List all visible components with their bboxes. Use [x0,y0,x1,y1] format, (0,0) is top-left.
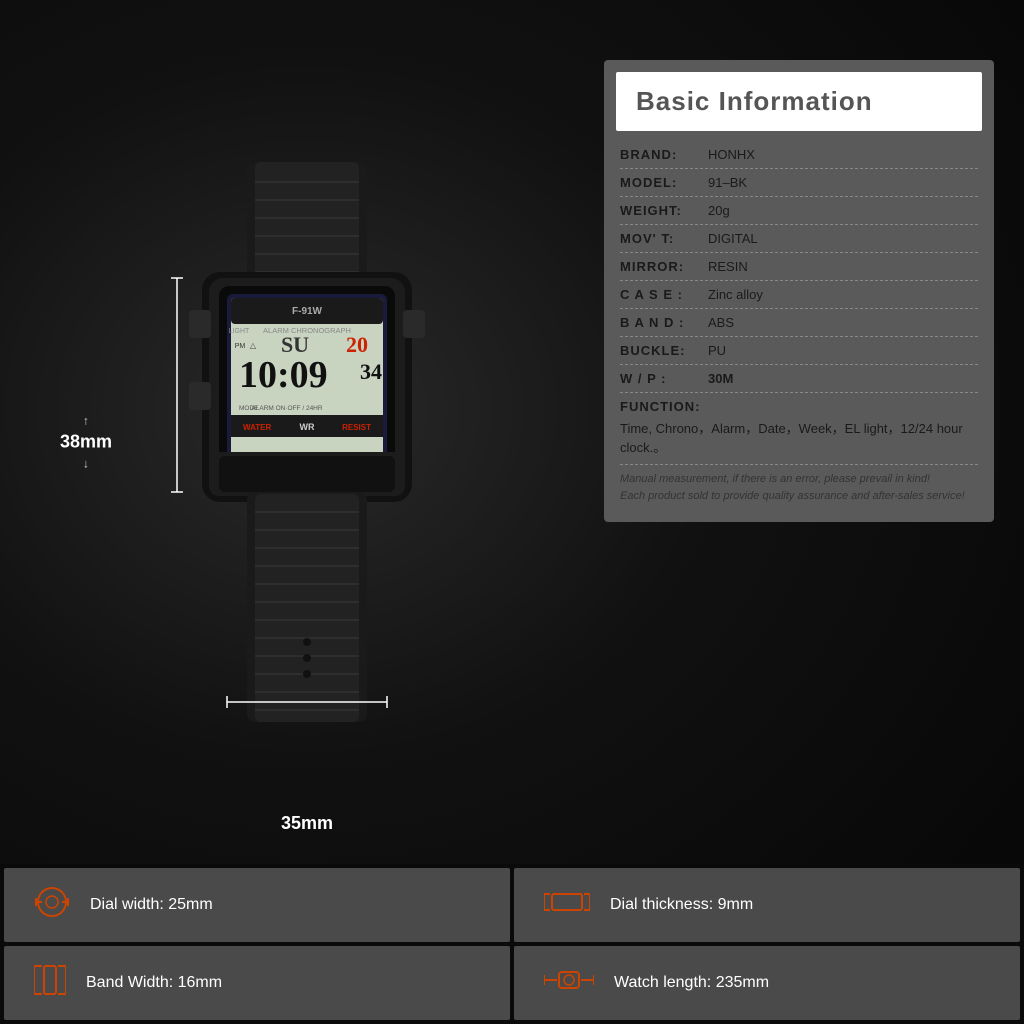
buckle-key: BUCKLE: [620,343,700,358]
brand-key: BRAND: [620,147,700,162]
buckle-value: PU [708,343,726,358]
info-row-case: C A S E : Zinc alloy [620,281,978,309]
svg-text:ALARM ON·OFF / 24HR: ALARM ON·OFF / 24HR [251,405,322,412]
info-row-function: FUNCTION: Time, Chrono，Alarm，Date，Week，E… [620,393,978,465]
info-row-mirror: MIRROR: RESIN [620,253,978,281]
bottom-bar: Dial width: 25mm Dial thickness: 9mm [0,864,1024,1024]
info-row-band: B A N D : ABS [620,309,978,337]
svg-text:PM: PM [235,343,246,350]
svg-text:10:09: 10:09 [239,354,328,396]
stat-band-width: Band Width: 16mm [4,946,510,1020]
wp-key: W / P : [620,371,700,386]
band-width-icon [34,962,66,1005]
info-row-movt: MOV' T: DIGITAL [620,225,978,253]
dial-thickness-icon [544,884,590,927]
function-value: Time, Chrono，Alarm，Date，Week，EL light，12… [620,418,978,456]
width-dimension: 35mm [281,813,333,834]
weight-value: 20g [708,203,730,218]
stat-watch-length: Watch length: 235mm [514,946,1020,1020]
svg-text:F-91W: F-91W [292,306,323,317]
top-section: ↑ 38mm ↓ [0,0,1024,864]
watch-container: F-91W LIGHT ALARM CHRONOGRAPH PM △ SU 20… [147,162,467,722]
model-value: 91–BK [708,175,747,190]
stat-dial-thickness: Dial thickness: 9mm [514,868,1020,942]
model-key: MODEL: [620,175,700,190]
info-panel: Basic Information BRAND: HONHX MODEL: 91… [604,60,994,522]
wp-value: 30M [708,371,733,386]
info-row-buckle: BUCKLE: PU [620,337,978,365]
mirror-key: MIRROR: [620,259,700,274]
main-content: ↑ 38mm ↓ [0,0,1024,1024]
band-width-text: Band Width: 16mm [86,974,222,992]
info-note: Manual measurement, if there is an error… [620,465,978,512]
info-row-wp: W / P : 30M [620,365,978,393]
svg-text:20: 20 [346,332,368,357]
dial-width-text: Dial width: 25mm [90,896,213,914]
weight-key: WEIGHT: [620,203,700,218]
band-value: ABS [708,315,734,330]
info-row-model: MODEL: 91–BK [620,169,978,197]
band-key: B A N D : [620,315,700,330]
brand-value: HONHX [708,147,755,162]
function-key: FUNCTION: [620,399,701,414]
watch-length-icon [544,962,594,1005]
watch-length-text: Watch length: 235mm [614,974,769,992]
svg-text:34: 34 [360,359,382,384]
dial-thickness-text: Dial thickness: 9mm [610,896,753,914]
svg-text:△: △ [250,341,257,350]
svg-text:LIGHT: LIGHT [229,328,250,335]
watch-area: ↑ 38mm ↓ [30,40,584,844]
case-value: Zinc alloy [708,287,763,302]
info-title-box: Basic Information [616,72,982,131]
mirror-value: RESIN [708,259,748,274]
svg-text:WR: WR [300,422,315,432]
dial-width-icon [34,884,70,927]
svg-text:WATER: WATER [243,423,272,432]
height-dimension: ↑ 38mm ↓ [60,414,112,471]
case-key: C A S E : [620,287,700,302]
watch-svg: F-91W LIGHT ALARM CHRONOGRAPH PM △ SU 20… [147,162,467,722]
info-row-brand: BRAND: HONHX [620,141,978,169]
movt-value: DIGITAL [708,231,758,246]
info-panel-title: Basic Information [636,86,873,116]
movt-key: MOV' T: [620,231,700,246]
info-rows: BRAND: HONHX MODEL: 91–BK WEIGHT: 20g MO… [604,141,994,522]
stat-dial-width: Dial width: 25mm [4,868,510,942]
height-label: 38mm [60,432,112,453]
svg-text:RESIST: RESIST [342,423,371,432]
width-label: 35mm [281,813,333,833]
info-row-weight: WEIGHT: 20g [620,197,978,225]
